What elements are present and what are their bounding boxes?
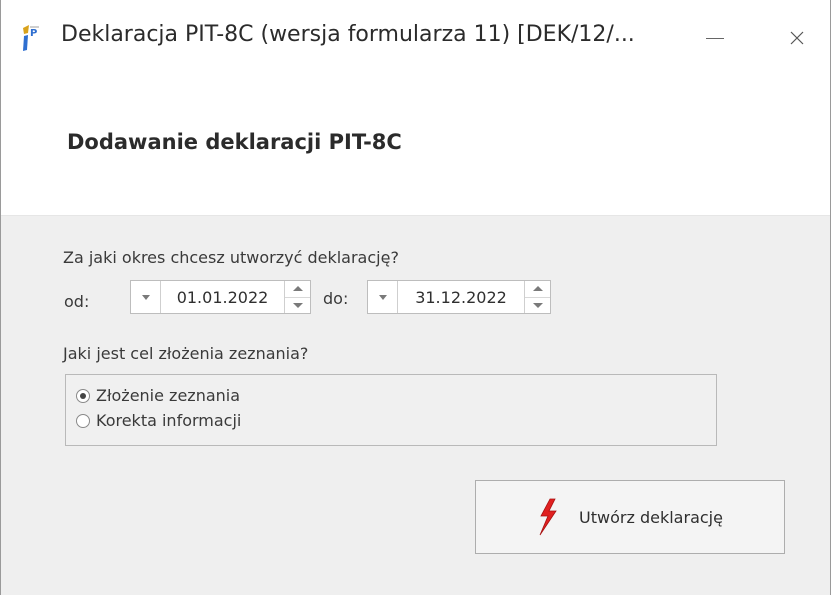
arrow-down-icon xyxy=(292,302,303,308)
page-title: Dodawanie deklaracji PIT-8C xyxy=(67,130,402,154)
arrow-up-icon xyxy=(532,286,543,292)
to-label: do: xyxy=(323,289,349,308)
from-date-increment[interactable] xyxy=(285,281,310,298)
from-date-spinner[interactable] xyxy=(284,281,310,313)
window-title: Deklaracja PIT-8C (wersja formularza 11)… xyxy=(61,22,635,47)
radio-option-zlozenie[interactable]: Złożenie zeznania xyxy=(76,386,240,405)
to-date-decrement[interactable] xyxy=(525,298,550,314)
lightning-bolt-icon xyxy=(539,498,557,536)
from-label: od: xyxy=(64,292,90,311)
radio-button[interactable] xyxy=(76,413,90,428)
radio-option-korekta[interactable]: Korekta informacji xyxy=(76,411,241,430)
form-panel: Za jaki okres chcesz utworzyć deklarację… xyxy=(1,215,830,595)
svg-text:P: P xyxy=(30,28,37,39)
to-date-increment[interactable] xyxy=(525,281,550,298)
arrow-down-icon xyxy=(532,302,543,308)
to-date-spinner[interactable] xyxy=(524,281,550,313)
from-date-decrement[interactable] xyxy=(285,298,310,314)
app-icon: P xyxy=(23,25,39,51)
close-icon xyxy=(790,31,804,45)
purpose-question: Jaki jest cel złożenia zeznania? xyxy=(63,344,309,363)
from-date-picker[interactable]: 01.01.2022 xyxy=(130,280,311,314)
create-declaration-label: Utwórz deklarację xyxy=(579,507,723,527)
minimize-icon xyxy=(706,37,724,39)
radio-dot-icon xyxy=(80,392,86,399)
chevron-down-icon xyxy=(141,294,150,300)
from-date-dropdown-button[interactable] xyxy=(131,281,161,313)
to-date-dropdown-button[interactable] xyxy=(368,281,398,313)
create-declaration-button[interactable]: Utwórz deklarację xyxy=(475,480,785,554)
chevron-down-icon xyxy=(378,294,387,300)
radio-label: Korekta informacji xyxy=(96,411,242,430)
period-question: Za jaki okres chcesz utworzyć deklarację… xyxy=(63,248,399,267)
to-date-input[interactable]: 31.12.2022 xyxy=(398,281,524,313)
radio-button-selected[interactable] xyxy=(76,388,90,403)
to-date-picker[interactable]: 31.12.2022 xyxy=(367,280,551,314)
close-button[interactable] xyxy=(777,18,817,58)
minimize-button[interactable] xyxy=(695,18,735,58)
dialog-window: P Deklaracja PIT-8C (wersja formularza 1… xyxy=(0,0,831,595)
purpose-radio-group: Złożenie zeznania Korekta informacji xyxy=(65,374,717,446)
radio-label: Złożenie zeznania xyxy=(96,386,241,405)
arrow-up-icon xyxy=(292,286,303,292)
title-bar: P Deklaracja PIT-8C (wersja formularza 1… xyxy=(1,0,830,84)
from-date-input[interactable]: 01.01.2022 xyxy=(161,281,284,313)
